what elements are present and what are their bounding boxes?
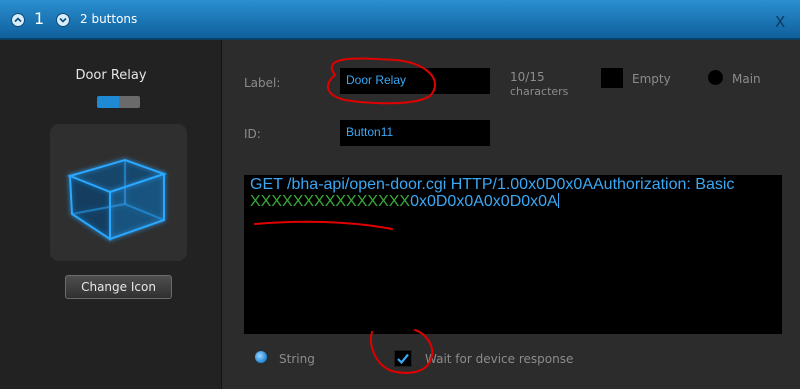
string-label: String xyxy=(279,352,315,366)
wait-response-checkbox[interactable] xyxy=(394,350,412,367)
command-line-2: XXXXXXXXXXXXXXX0x0D0x0A0x0D0x0A xyxy=(250,193,782,210)
title-text: 2 buttons xyxy=(80,12,138,26)
relay-toggle[interactable] xyxy=(97,96,140,108)
toggle-on-segment xyxy=(97,96,119,108)
label-input[interactable]: Door Relay xyxy=(340,68,490,94)
button-preview-panel: Door Relay Change Icon xyxy=(0,40,222,389)
button-icon-frame xyxy=(50,124,187,261)
3d-cube-icon xyxy=(66,158,168,241)
button-name-heading: Door Relay xyxy=(75,68,147,83)
char-count: 10/15 xyxy=(510,70,545,84)
title-bar: 1 2 buttons X xyxy=(0,0,800,40)
main-label: Main xyxy=(732,72,761,86)
string-radio[interactable] xyxy=(255,351,267,363)
chevron-up-icon[interactable] xyxy=(11,13,25,27)
checkmark-icon xyxy=(397,353,409,365)
button-settings-panel: Label: Door Relay 10/15 characters Empty… xyxy=(222,40,800,389)
toggle-off-segment xyxy=(119,96,140,108)
main-radio[interactable] xyxy=(708,70,723,85)
id-input[interactable]: Button11 xyxy=(340,120,490,146)
text-cursor xyxy=(557,193,559,208)
empty-label: Empty xyxy=(632,72,671,86)
empty-checkbox[interactable] xyxy=(601,68,623,88)
wait-response-label: Wait for device response xyxy=(425,352,574,366)
char-count-unit: characters xyxy=(510,85,569,98)
label-caption: Label: xyxy=(244,76,281,90)
command-tail: 0x0D0x0A0x0D0x0A xyxy=(410,193,558,210)
id-caption: ID: xyxy=(244,127,261,141)
command-textarea[interactable]: GET /bha-api/open-door.cgi HTTP/1.00x0D0… xyxy=(244,175,782,334)
change-icon-button[interactable]: Change Icon xyxy=(65,275,172,299)
button-count-number: 1 xyxy=(34,9,45,28)
chevron-down-icon[interactable] xyxy=(56,13,70,27)
command-line-1: GET /bha-api/open-door.cgi HTTP/1.00x0D0… xyxy=(250,176,735,193)
redacted-credentials: XXXXXXXXXXXXXXX xyxy=(250,193,411,210)
close-icon[interactable]: X xyxy=(775,13,785,31)
